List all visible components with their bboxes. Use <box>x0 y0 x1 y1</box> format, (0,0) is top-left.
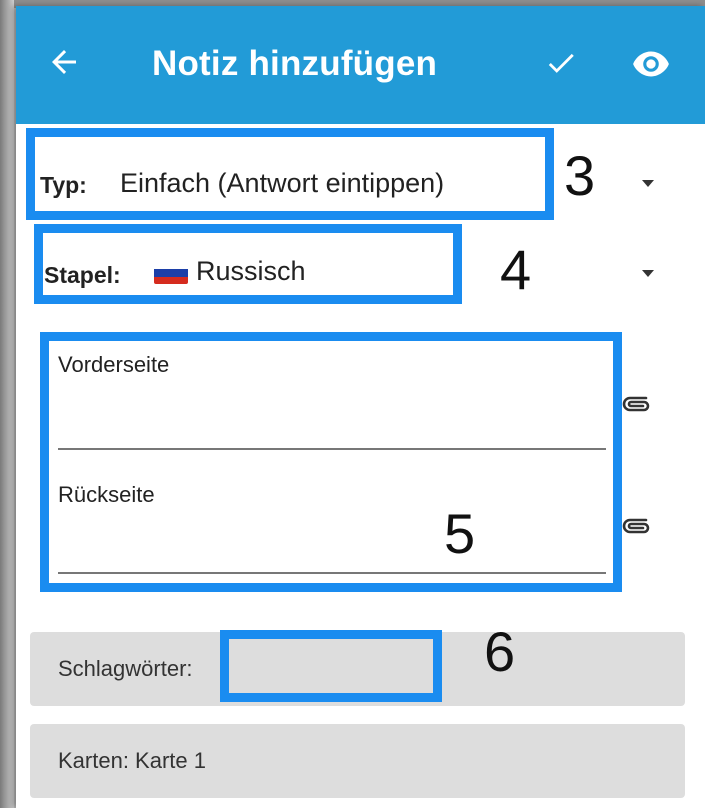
annotation-number-3: 3 <box>564 144 596 207</box>
app-bar: Notiz hinzufügen <box>16 6 705 124</box>
annotation-number-4: 4 <box>500 238 532 301</box>
arrow-left-icon[interactable] <box>46 44 82 80</box>
phone-screen: Notiz hinzufügen Typ: Einfach (Antwort e… <box>16 6 705 808</box>
page-title: Notiz hinzufügen <box>152 44 438 83</box>
paperclip-icon[interactable] <box>622 516 652 538</box>
highlight-box-3 <box>26 128 554 220</box>
chevron-down-icon[interactable] <box>642 270 654 277</box>
cards-label: Karten: Karte 1 <box>58 748 206 773</box>
chevron-down-icon[interactable] <box>642 180 654 187</box>
highlight-box-6 <box>220 630 442 702</box>
backdrop-left <box>0 0 14 808</box>
paperclip-icon[interactable] <box>622 394 652 416</box>
eye-icon[interactable] <box>632 50 670 78</box>
check-icon[interactable] <box>542 46 580 80</box>
highlight-box-4 <box>34 224 462 304</box>
highlight-box-5 <box>40 332 622 592</box>
tags-label: Schlagwörter: <box>58 656 193 681</box>
annotation-number-6: 6 <box>484 620 516 683</box>
annotation-number-5: 5 <box>444 502 476 565</box>
cards-bar[interactable]: Karten: Karte 1 <box>30 724 685 798</box>
